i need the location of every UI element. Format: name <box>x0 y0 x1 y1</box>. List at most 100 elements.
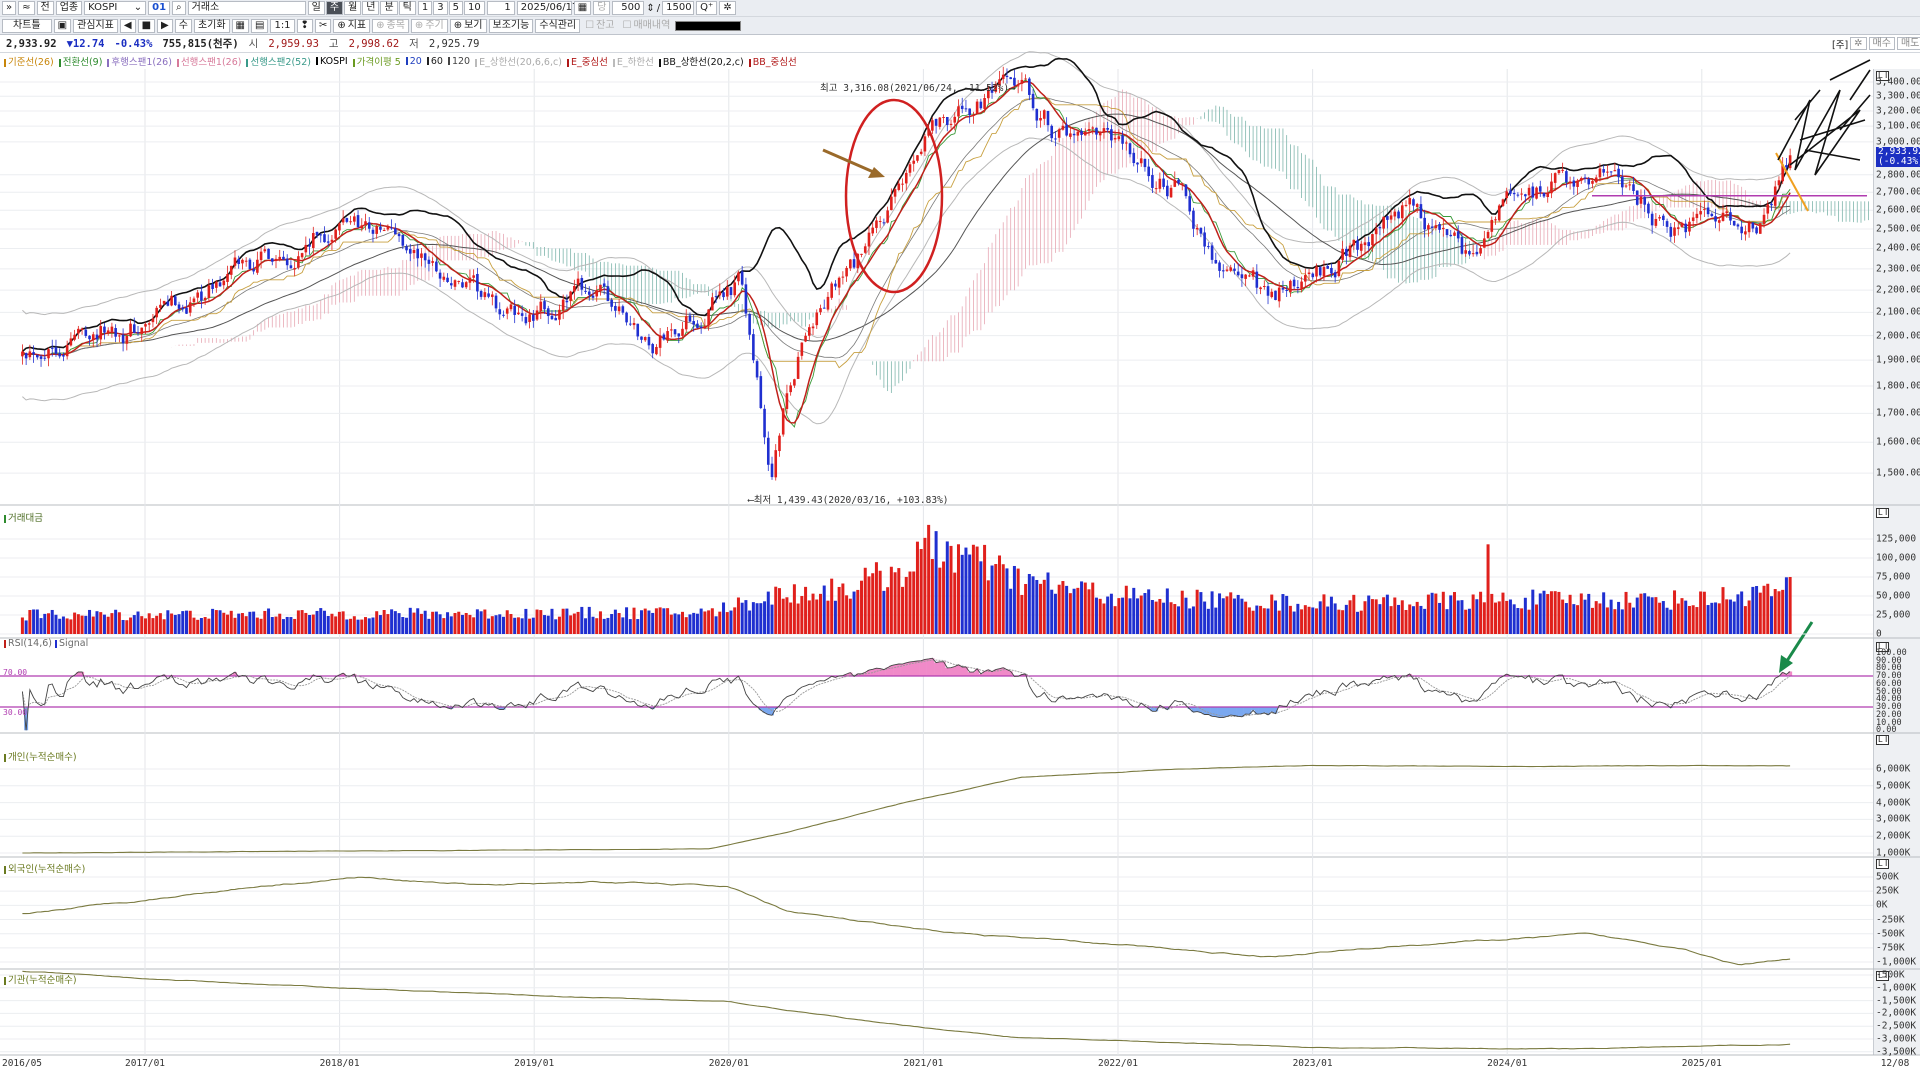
volume-bar <box>43 613 47 634</box>
candle <box>1266 286 1270 296</box>
candle <box>1359 243 1363 251</box>
volume-bar <box>1624 591 1628 634</box>
volume-bar <box>162 619 166 634</box>
candle <box>166 301 170 306</box>
volume-bar <box>621 617 625 634</box>
candle <box>1166 185 1169 197</box>
candle <box>1483 238 1486 248</box>
volume-bar <box>613 609 617 634</box>
volume-bar <box>1199 592 1203 634</box>
volume-bar <box>1165 588 1169 634</box>
candle <box>147 323 151 325</box>
volume-bar <box>24 620 28 634</box>
freehand-drawing[interactable] <box>1777 59 1871 176</box>
volume-axis-label: 25,000 <box>1876 609 1911 621</box>
volume-bar <box>1423 608 1427 634</box>
volume-bar <box>927 524 931 634</box>
candle <box>737 272 740 282</box>
candle <box>341 218 345 223</box>
chart-canvas[interactable] <box>0 0 1920 1076</box>
volume-bar <box>229 610 233 634</box>
price-axis-label: 2,700.00 <box>1876 186 1920 198</box>
volume-bar <box>688 614 692 634</box>
candle <box>931 120 934 131</box>
volume-bar <box>188 610 192 634</box>
volume-bar <box>871 573 875 634</box>
candle <box>1274 290 1277 301</box>
volume-bar <box>1113 606 1117 634</box>
volume-bar <box>304 612 308 634</box>
volume-bar <box>1057 584 1061 634</box>
candle <box>1184 184 1188 197</box>
candle <box>636 323 640 337</box>
volume-bar <box>531 617 535 634</box>
volume-bar <box>1527 609 1531 634</box>
volume-bar <box>572 613 576 634</box>
volume-bar <box>1121 597 1125 634</box>
candle <box>1714 216 1717 222</box>
volume-bar <box>1356 611 1360 634</box>
candle <box>1132 152 1136 164</box>
candle <box>897 183 901 190</box>
volume-bar <box>1348 600 1352 634</box>
volume-bar <box>1169 602 1173 634</box>
volume-bar <box>1576 605 1580 634</box>
candle <box>1706 207 1710 215</box>
candle <box>602 283 606 287</box>
institution-axis-label: -3,500K <box>1876 1046 1917 1058</box>
candle <box>121 334 125 344</box>
candle <box>1024 78 1027 80</box>
candle <box>1113 137 1117 140</box>
volume-bar <box>666 608 670 634</box>
candle <box>1236 271 1240 276</box>
volume-bar <box>32 609 36 634</box>
volume-bar <box>69 619 73 634</box>
candle <box>1654 218 1658 226</box>
candle <box>1367 242 1371 247</box>
candle <box>1427 225 1430 230</box>
candle <box>718 291 722 296</box>
candle <box>1568 181 1572 184</box>
candle <box>1304 275 1307 282</box>
candle <box>703 326 707 329</box>
volume-bar <box>211 608 215 634</box>
candle <box>1386 216 1389 220</box>
candle <box>491 294 494 297</box>
candle <box>405 246 408 251</box>
volume-bar <box>1508 599 1512 634</box>
volume-bar <box>1076 587 1080 634</box>
volume-bar <box>953 572 957 634</box>
candle <box>535 310 539 320</box>
candle <box>640 336 643 340</box>
volume-bar <box>602 618 606 634</box>
candle <box>222 280 226 286</box>
candle <box>558 309 561 320</box>
candle <box>1747 222 1751 233</box>
candle <box>1180 183 1184 185</box>
candle <box>1005 75 1009 78</box>
volume-bar <box>1419 605 1423 634</box>
candle <box>274 258 278 262</box>
candle <box>1404 204 1408 206</box>
candle <box>1445 229 1449 236</box>
volume-bar <box>136 611 140 634</box>
rsi-panel-title: RSI(14,6) Signal <box>4 638 88 649</box>
candle <box>118 335 121 337</box>
candle <box>1535 187 1538 199</box>
volume-bar <box>382 610 386 634</box>
volume-bar <box>438 614 442 634</box>
volume-bar <box>311 614 315 634</box>
volume-bar <box>744 600 748 634</box>
candle <box>401 234 405 246</box>
candle <box>151 318 155 323</box>
volume-bar <box>956 544 960 634</box>
volume-bar <box>1005 568 1009 634</box>
candle <box>632 322 636 326</box>
volume-bar <box>1449 595 1453 634</box>
candle <box>774 450 778 478</box>
candle <box>226 273 229 282</box>
candle <box>36 354 39 358</box>
price-axis-label: 2,600.00 <box>1876 204 1920 216</box>
volume-bar <box>1669 609 1673 634</box>
volume-bar <box>408 607 412 634</box>
